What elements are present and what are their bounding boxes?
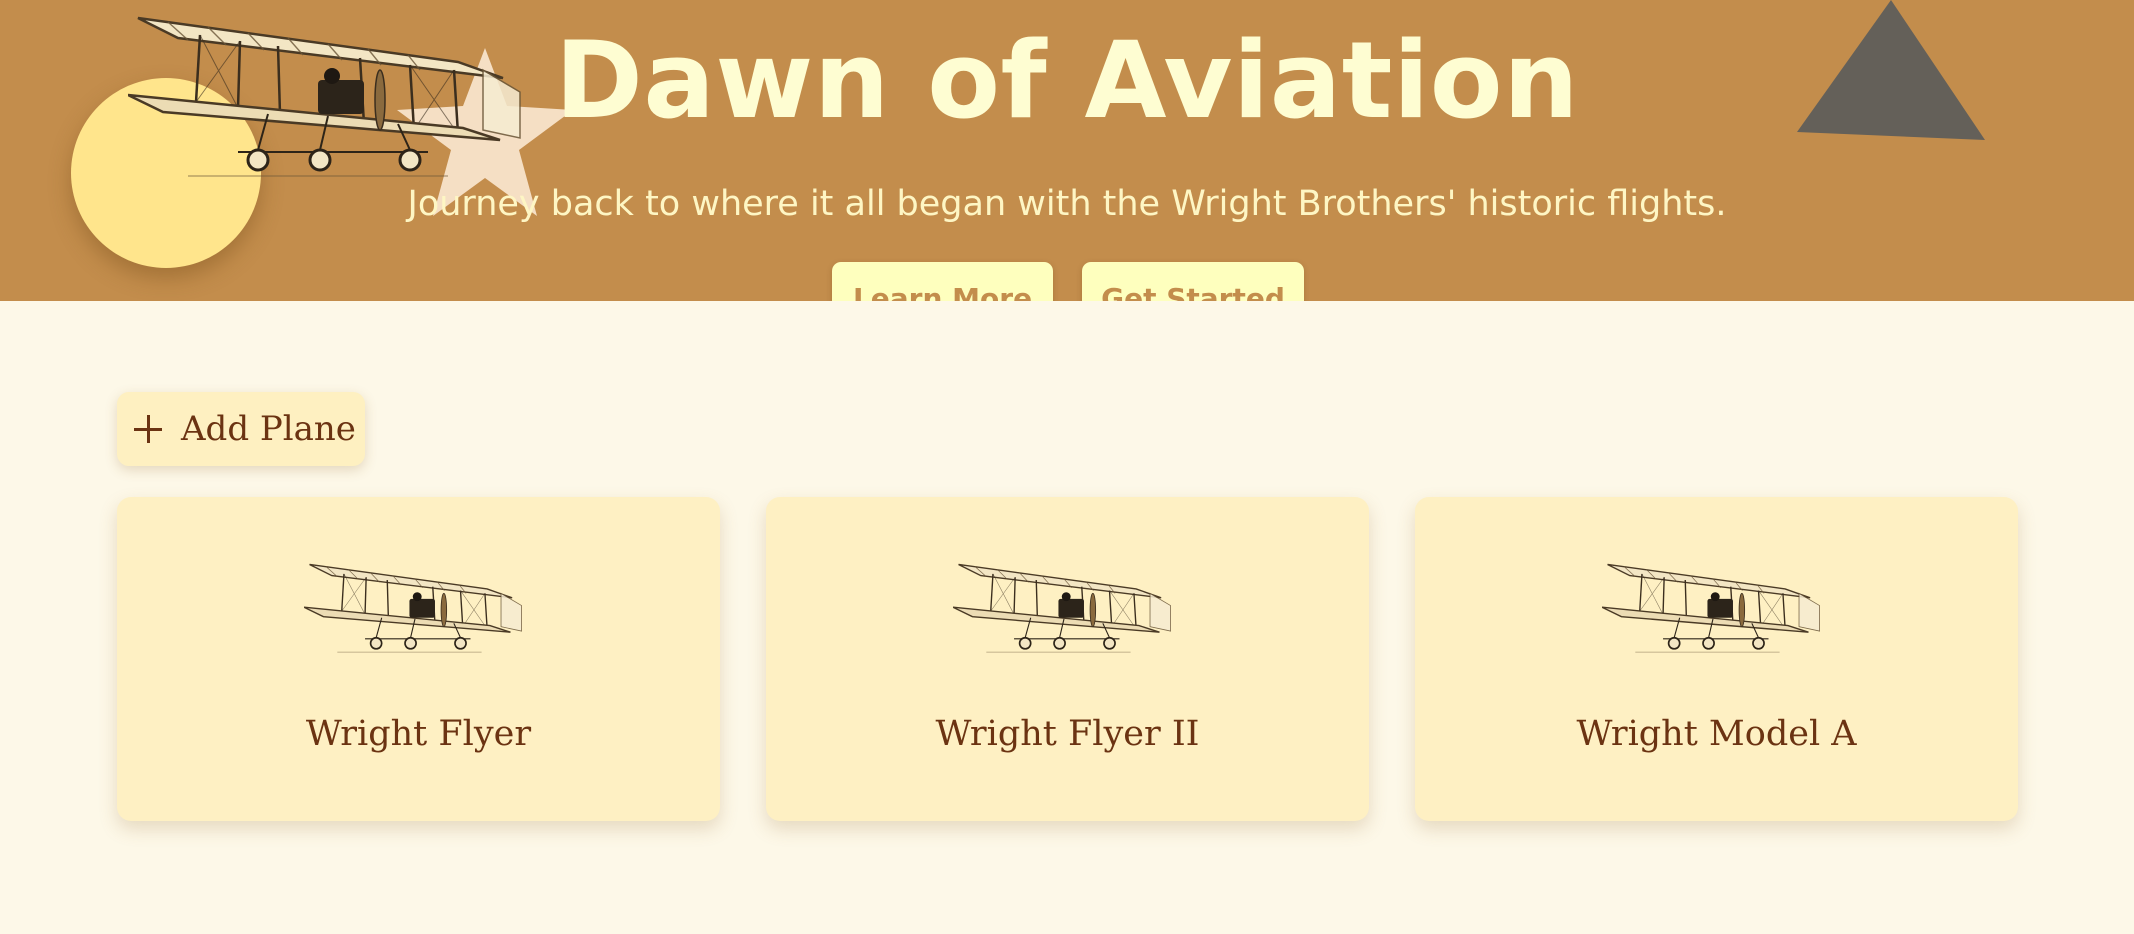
plane-card[interactable]: Wright Model A — [1415, 497, 2018, 821]
biplane-icon — [1602, 560, 1824, 660]
plane-card-title: Wright Flyer II — [935, 714, 1200, 754]
add-plane-button[interactable]: Add Plane — [117, 392, 365, 466]
plane-card-title: Wright Model A — [1576, 714, 1857, 754]
plane-card[interactable]: Wright Flyer II — [766, 497, 1369, 821]
biplane-icon — [304, 560, 526, 660]
plus-icon — [134, 415, 162, 443]
biplane-icon — [953, 560, 1175, 660]
get-started-button[interactable]: Get Started — [1082, 262, 1304, 301]
add-plane-label: Add Plane — [181, 409, 356, 449]
page-title: Dawn of Aviation — [554, 19, 1580, 142]
plane-card-title: Wright Flyer — [305, 714, 532, 754]
learn-more-button[interactable]: Learn More — [832, 262, 1053, 301]
hero-subtitle: Journey back to where it all began with … — [407, 184, 1727, 224]
hero-banner: Dawn of Aviation Journey back to where i… — [0, 0, 2134, 301]
plane-card[interactable]: Wright Flyer — [117, 497, 720, 821]
